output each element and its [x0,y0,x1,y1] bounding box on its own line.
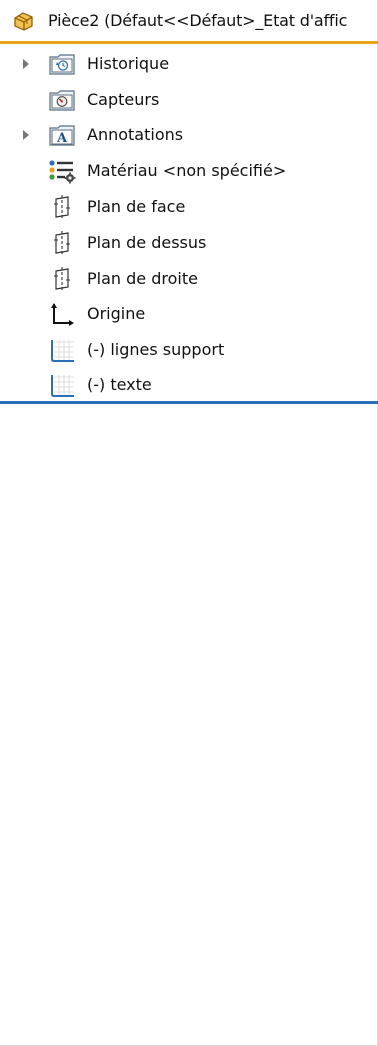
feature-manager-tree: Pièce2 (Défaut<<Défaut>_Etat d'affic His… [0,0,378,1046]
part-title: Pièce2 (Défaut<<Défaut>_Etat d'affic [48,11,348,30]
tree-item-plan-de-droite[interactable]: Plan de droite [0,261,378,297]
tree-item-label: Matériau <non spécifié> [87,161,287,180]
rollback-bar[interactable] [0,401,378,404]
tree-item-label: Plan de face [87,197,186,216]
tree-item-label: (-) lignes support [87,340,225,359]
origin-icon [51,303,74,326]
part-icon [14,12,33,31]
annotations-folder-icon: A [49,125,75,146]
tree-item-origine[interactable]: Origine [0,296,378,332]
expand-arrow-icon[interactable] [23,130,29,140]
tree-item-materiau[interactable]: Matériau <non spécifié> [0,153,378,189]
tree-item-label: Plan de dessus [87,233,207,252]
tree-item-texte[interactable]: (-) texte [0,367,378,403]
history-folder-icon [49,54,75,75]
tree-item-capteurs[interactable]: Capteurs [0,82,378,118]
tree-item-lignes-support[interactable]: (-) lignes support [0,332,378,368]
sketch-icon [51,340,74,362]
tree-item-label: Plan de droite [87,269,198,288]
tree-item-label: Historique [87,54,170,73]
tree-item-plan-de-face[interactable]: Plan de face [0,189,378,225]
tree-item-label: Annotations [87,125,184,144]
tree-header[interactable]: Pièce2 (Défaut<<Défaut>_Etat d'affic [0,0,378,42]
sensors-folder-icon [49,90,75,111]
plane-icon [54,231,70,255]
plane-icon [54,267,70,291]
tree-item-label: Origine [87,304,146,323]
tree-item-historique[interactable]: Historique [0,46,378,82]
tree-item-label: (-) texte [87,375,152,394]
sketch-icon [51,375,74,397]
expand-arrow-icon[interactable] [23,59,29,69]
header-separator [0,41,378,44]
tree-item-label: Capteurs [87,90,160,109]
tree-item-plan-de-dessus[interactable]: Plan de dessus [0,225,378,261]
tree-item-annotations[interactable]: A Annotations [0,117,378,153]
svg-text:A: A [56,131,68,146]
plane-icon [54,195,70,219]
material-icon [49,160,76,184]
